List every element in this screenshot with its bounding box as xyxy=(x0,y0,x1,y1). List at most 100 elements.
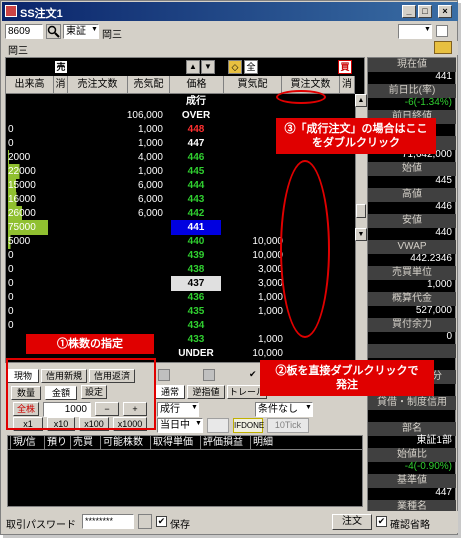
chevron-down-icon[interactable]: ▼ xyxy=(424,26,431,33)
minimize-button[interactable]: _ xyxy=(402,5,416,18)
ask-cell[interactable] xyxy=(101,276,163,291)
price-cell[interactable]: 437 xyxy=(171,276,221,291)
price-cell[interactable]: 438 xyxy=(171,262,221,277)
list-column-header[interactable]: 預り xyxy=(44,436,67,449)
price-cell[interactable]: UNDER xyxy=(171,346,221,361)
price-cell[interactable]: 439 xyxy=(171,248,221,263)
save-checkbox[interactable]: ✔ xyxy=(156,516,167,527)
col-cancel[interactable]: 消 xyxy=(54,76,68,94)
volume-cell[interactable] xyxy=(8,108,48,123)
ifdone-toggle[interactable]: IFDONE xyxy=(233,418,264,433)
ask-cell[interactable]: 6,000 xyxy=(101,178,163,193)
ask-cell[interactable] xyxy=(101,248,163,263)
price-cell[interactable]: 435 xyxy=(171,304,221,319)
price-cell[interactable]: 441 xyxy=(171,220,221,235)
ask-cell[interactable]: 1,000 xyxy=(101,122,163,137)
bid-cell[interactable] xyxy=(228,136,283,151)
price-cell[interactable]: 446 xyxy=(171,150,221,165)
col-bid[interactable]: 買気配 xyxy=(224,76,282,94)
order-button[interactable]: 注文 xyxy=(332,514,372,530)
bid-cell[interactable] xyxy=(228,178,283,193)
search-icon[interactable] xyxy=(46,24,61,39)
price-cell[interactable]: 444 xyxy=(171,178,221,193)
bid-cell[interactable] xyxy=(228,150,283,165)
confirm-skip-checkbox[interactable]: ✔ xyxy=(376,516,387,527)
ask-cell[interactable] xyxy=(101,220,163,235)
volume-cell[interactable]: 0 xyxy=(8,262,48,277)
checkbox[interactable] xyxy=(436,25,448,37)
bid-cell[interactable]: 10,000 xyxy=(228,346,283,361)
chevron-down-icon[interactable]: ▼ xyxy=(191,404,198,411)
price-cell[interactable]: OVER xyxy=(171,108,221,123)
col-volume[interactable]: 出来高 xyxy=(6,76,54,94)
price-cell[interactable]: 448 xyxy=(171,122,221,137)
bid-cell[interactable]: 3,000 xyxy=(228,262,283,277)
maximize-button[interactable]: □ xyxy=(418,5,432,18)
bid-cell[interactable] xyxy=(228,108,283,123)
bid-cell[interactable]: 1,000 xyxy=(228,304,283,319)
down-icon[interactable] xyxy=(203,369,215,381)
scroll-down-button[interactable]: ▼ xyxy=(355,228,367,241)
list-column-header[interactable]: 取得単価 xyxy=(150,436,193,449)
ask-cell[interactable]: 106,000 xyxy=(101,108,163,123)
price-cell[interactable]: 434 xyxy=(171,318,221,333)
price-cell[interactable]: 成行 xyxy=(171,94,221,109)
tab-stop[interactable]: 逆指値 xyxy=(187,385,225,399)
bid-cell[interactable] xyxy=(228,220,283,235)
bid-cell[interactable]: 1,000 xyxy=(228,332,283,347)
col-ask[interactable]: 売気配 xyxy=(128,76,170,94)
price-cell[interactable]: 442 xyxy=(171,206,221,221)
volume-cell[interactable]: 0 xyxy=(8,136,48,151)
scroll-up-button[interactable]: ▲ xyxy=(355,94,367,107)
ask-cell[interactable] xyxy=(101,234,163,249)
list-column-header[interactable]: 評価損益 xyxy=(200,436,243,449)
volume-cell[interactable]: 5000 xyxy=(8,234,48,249)
chevron-down-icon[interactable]: ▼ xyxy=(91,26,98,33)
buy-icon[interactable]: 買 xyxy=(338,60,352,74)
bid-cell[interactable] xyxy=(228,122,283,137)
all-icon[interactable]: 全 xyxy=(244,60,258,74)
up-icon[interactable] xyxy=(158,369,170,381)
volume-cell[interactable]: 26000 xyxy=(8,206,48,221)
ask-cell[interactable]: 6,000 xyxy=(101,206,163,221)
ask-cell[interactable]: 1,000 xyxy=(101,136,163,151)
ask-cell[interactable]: 4,000 xyxy=(101,150,163,165)
col-cancel-buy[interactable]: 消 xyxy=(340,76,355,94)
bid-cell[interactable] xyxy=(228,94,283,109)
volume-cell[interactable]: 0 xyxy=(8,248,48,263)
volume-cell[interactable]: 0 xyxy=(8,318,48,333)
bid-cell[interactable] xyxy=(228,206,283,221)
col-sell-count[interactable]: 売注文数 xyxy=(68,76,128,94)
volume-cell[interactable]: 16000 xyxy=(8,192,48,207)
center-icon[interactable]: ◇ xyxy=(228,60,242,74)
ask-cell[interactable] xyxy=(101,290,163,305)
volume-cell[interactable]: 22000 xyxy=(8,164,48,179)
code-input[interactable]: 8609 xyxy=(5,24,43,39)
volume-cell[interactable]: 15000 xyxy=(8,178,48,193)
bid-cell[interactable] xyxy=(228,192,283,207)
bid-cell[interactable]: 10,000 xyxy=(228,248,283,263)
volume-cell[interactable]: 75000 xyxy=(8,220,48,235)
password-input[interactable]: ******** xyxy=(82,514,134,529)
keyboard-icon[interactable] xyxy=(138,514,152,529)
list-column-header[interactable]: 明細 xyxy=(250,436,273,449)
chevron-down-icon[interactable]: ▼ xyxy=(195,420,202,427)
tab-okasan[interactable]: 岡三 xyxy=(8,42,28,57)
bid-cell[interactable]: 3,000 xyxy=(228,276,283,291)
list-column-header[interactable]: 現/信 xyxy=(10,436,36,449)
price-cell[interactable]: 436 xyxy=(171,290,221,305)
price-cell[interactable]: 447 xyxy=(171,136,221,151)
list-column-header[interactable]: 可能株数 xyxy=(100,436,143,449)
price-cell[interactable]: 445 xyxy=(171,164,221,179)
volume-cell[interactable]: 0 xyxy=(8,290,48,305)
ask-cell[interactable] xyxy=(101,262,163,277)
volume-cell[interactable]: 2000 xyxy=(8,150,48,165)
volume-cell[interactable]: 0 xyxy=(8,304,48,319)
scroll-up-icon[interactable]: ▲ xyxy=(186,60,200,74)
close-button[interactable]: × xyxy=(438,5,452,18)
price-cell[interactable]: 443 xyxy=(171,192,221,207)
tick-select[interactable]: 10Tick xyxy=(267,418,309,433)
ask-cell[interactable] xyxy=(101,94,163,109)
price-cell[interactable]: 433 xyxy=(171,332,221,347)
folder-icon[interactable] xyxy=(434,41,452,54)
